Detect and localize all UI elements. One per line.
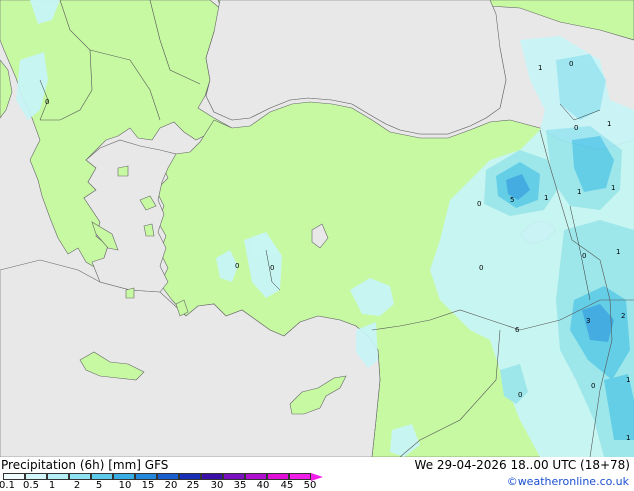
contour-label: 0 xyxy=(569,60,573,68)
contour-label: 1 xyxy=(577,188,581,196)
credit-link[interactable]: ©weatheronline.co.uk xyxy=(507,475,629,488)
contour-label: 3 xyxy=(586,317,590,325)
contour-label: 0 xyxy=(45,98,49,106)
contour-label: 6 xyxy=(515,326,520,334)
contour-label: 5 xyxy=(510,196,514,204)
colorbar-cell xyxy=(289,473,311,480)
colorbar-cell xyxy=(157,473,179,480)
contour-label: 0 xyxy=(235,262,239,270)
contour-label: 0 xyxy=(582,252,586,260)
contour-label: 0 xyxy=(591,382,595,390)
colorbar-cell xyxy=(223,473,245,480)
contour-label: 0 xyxy=(518,391,522,399)
map-title: Precipitation (6h) [mm] GFS xyxy=(1,458,169,472)
colorbar-cell xyxy=(267,473,289,480)
contour-label: 0 xyxy=(574,124,578,132)
precipitation-map: 0 1 0 0 1 0 5 1 1 1 0 0 0 1 0 6 3 2 0 1 … xyxy=(0,0,634,457)
colorbar-cell xyxy=(113,473,135,480)
contour-label: 1 xyxy=(626,434,630,442)
colorbar-cell xyxy=(3,473,25,480)
colorbar-cell xyxy=(25,473,47,480)
map-footer: Precipitation (6h) [mm] GFS We 29-04-202… xyxy=(0,457,634,491)
colorbar-cell xyxy=(69,473,91,480)
contour-label: 1 xyxy=(607,120,611,128)
contour-label: 0 xyxy=(270,264,274,272)
contour-label: 1 xyxy=(544,194,548,202)
contour-label: 1 xyxy=(611,184,615,192)
island-chios xyxy=(143,223,155,237)
contour-label: 0 xyxy=(477,200,481,208)
colorbar-cell xyxy=(245,473,267,480)
contour-label: 1 xyxy=(616,248,620,256)
colorbar-cell xyxy=(201,473,223,480)
island-naxos xyxy=(125,287,135,299)
island-lemnos xyxy=(117,165,129,177)
colorbar-cell xyxy=(91,473,113,480)
contour-label: 1 xyxy=(626,376,630,384)
contour-label: 0 xyxy=(479,264,483,272)
contour-label: 2 xyxy=(621,312,625,320)
contour-label: 1 xyxy=(538,64,542,72)
valid-time: We 29-04-2026 18..00 UTC (18+78) xyxy=(414,458,630,472)
colorbar-cell xyxy=(47,473,69,480)
colorbar-cell xyxy=(179,473,201,480)
colorbar-cell xyxy=(135,473,157,480)
